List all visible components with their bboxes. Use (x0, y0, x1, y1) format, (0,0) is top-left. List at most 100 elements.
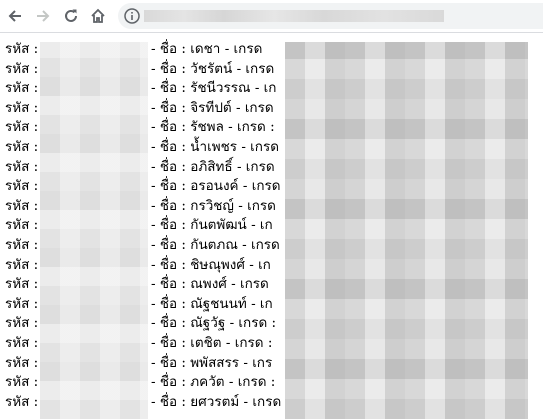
arrow-right-icon (34, 7, 52, 25)
forward-button[interactable] (31, 4, 55, 28)
code-label: รหัส : (5, 276, 39, 293)
name-prefix: - ชื่อ : (151, 99, 186, 116)
student-name: จิรทีปต์ (190, 99, 232, 116)
code-label: รหัส : (5, 119, 39, 136)
grade-label: - เกร (243, 354, 273, 371)
name-prefix: - ชื่อ : (151, 354, 186, 371)
code-label: รหัส : (5, 334, 39, 351)
code-label: รหัส : (5, 158, 39, 175)
code-label: รหัส : (5, 315, 39, 332)
grade-label: - เก (249, 256, 271, 273)
grade-label: - เกรด : (228, 119, 275, 136)
name-prefix: - ชื่อ : (151, 60, 186, 77)
redacted-grades (285, 42, 528, 419)
name-and-grade-text: - ชื่อ : ณัฐชนนท์ - เก (151, 295, 273, 315)
name-prefix: - ชื่อ : (151, 217, 186, 234)
name-and-grade-text: - ชื่อ : ยศวรตม์ - เกรด (151, 393, 281, 413)
code-label: รหัส : (5, 295, 39, 312)
grade-label: - เกรด : (228, 374, 276, 391)
name-prefix: - ชื่อ : (151, 334, 186, 351)
name-and-grade-text: - ชื่อ : กรวิชญ์ - เกรด (151, 197, 276, 217)
name-prefix: - ชื่อ : (151, 197, 186, 214)
name-prefix: - ชื่อ : (151, 256, 186, 273)
name-prefix: - ชื่อ : (151, 138, 186, 155)
name-and-grade-text: - ชื่อ : จิรทีปต์ - เกรด (151, 99, 274, 119)
code-label: รหัส : (5, 178, 39, 195)
grade-label: - เก (254, 80, 277, 97)
code-label: รหัส : (5, 217, 39, 234)
grade-label: - เกรด (241, 138, 279, 155)
grade-label: - เกรด (242, 236, 280, 253)
student-name: รัชนีวรรณ (190, 80, 251, 97)
name-and-grade-text: - ชื่อ : ณัฐวัฐ - เกรด : (151, 314, 276, 334)
name-and-grade-text: - ชื่อ : รัชนีวรรณ - เก (151, 79, 276, 99)
name-prefix: - ชื่อ : (151, 276, 186, 293)
name-and-grade-text: - ชื่อ : กันตพัฒน์ - เก (151, 216, 273, 236)
student-name: ยศวรตม์ (190, 393, 240, 410)
name-and-grade-text: - ชื่อ : เตชิต - เกรด : (151, 334, 272, 354)
grade-label: - เกรด (235, 99, 274, 116)
grade-label: - เกรด (242, 178, 281, 195)
grade-label: - เกรด (238, 197, 276, 214)
student-name: เดชา (190, 41, 221, 57)
name-and-grade-text: - ชื่อ : พพัสสรร - เกร (151, 354, 272, 374)
code-label: รหัส : (5, 256, 39, 273)
student-name: กรวิชญ์ (190, 197, 234, 214)
arrow-left-icon (6, 7, 24, 25)
name-prefix: - ชื่อ : (151, 158, 186, 175)
back-button[interactable] (3, 4, 27, 28)
name-prefix: - ชื่อ : (151, 236, 186, 253)
redacted-student-codes (40, 42, 148, 419)
name-and-grade-text: - ชื่อ : อภิสิทธิ์ - เกรด (151, 158, 275, 178)
name-prefix: - ชื่อ : (151, 80, 186, 97)
name-and-grade-text: - ชื่อ : ณพงศ์ - เกรด (151, 275, 269, 295)
code-label: รหัส : (5, 374, 39, 391)
grade-label: - เกรด (231, 276, 269, 293)
code-label: รหัส : (5, 393, 39, 410)
name-prefix: - ชื่อ : (151, 315, 186, 332)
code-label: รหัส : (5, 99, 39, 116)
student-name: ณัฐวัฐ (190, 315, 226, 332)
student-name: วัชรัตน์ (190, 60, 233, 77)
student-name: กันตภณ (190, 236, 238, 253)
info-circle-icon[interactable] (123, 7, 141, 25)
name-and-grade-text: - ชื่อ : วัชรัตน์ - เกรด (151, 60, 274, 80)
home-icon (89, 7, 107, 25)
grade-label: - เกรด (236, 60, 275, 77)
browser-toolbar (0, 0, 543, 33)
name-prefix: - ชื่อ : (151, 393, 186, 410)
student-name: ณพงศ์ (190, 276, 227, 293)
url-text-redacted (144, 10, 444, 22)
student-name: กันตพัฒน์ (190, 217, 247, 234)
grade-label: - เกรด (224, 41, 263, 57)
name-and-grade-text: - ชื่อ : รัชพล - เกรด : (151, 118, 275, 138)
student-name: เตชิต (190, 334, 222, 351)
name-prefix: - ชื่อ : (151, 295, 186, 312)
student-name: ภควัต (190, 374, 225, 391)
name-prefix: - ชื่อ : (151, 374, 186, 391)
grade-label: - เก (251, 295, 273, 312)
code-label: รหัส : (5, 197, 39, 214)
code-label: รหัส : (5, 80, 39, 97)
name-prefix: - ชื่อ : (151, 178, 186, 195)
name-and-grade-text: - ชื่อ : ภควัต - เกรด : (151, 373, 275, 393)
student-name: รัชพล (190, 119, 224, 136)
grade-label: - เกรด : (229, 315, 277, 332)
code-label: รหัส : (5, 354, 39, 371)
name-and-grade-text: - ชื่อ : น้ำเพชร - เกรด (151, 138, 279, 158)
student-name: ณัฐชนนท์ (190, 295, 247, 312)
address-bar[interactable] (118, 3, 543, 29)
name-prefix: - ชื่อ : (151, 119, 186, 136)
reload-button[interactable] (59, 4, 83, 28)
code-label: รหัส : (5, 236, 39, 253)
student-name: น้ำเพชร (190, 138, 238, 155)
student-name: อภิสิทธิ์ (190, 158, 233, 175)
grade-label: - เก (251, 217, 273, 234)
home-button[interactable] (86, 4, 110, 28)
student-name: พพัสสรร (190, 354, 240, 371)
reload-icon (62, 7, 80, 25)
student-name: ชิษณุพงศ์ (190, 256, 245, 273)
student-name: อรอนงค์ (190, 178, 239, 195)
code-label: รหัส : (5, 60, 39, 77)
name-and-grade-text: - ชื่อ : กันตภณ - เกรด (151, 236, 280, 256)
